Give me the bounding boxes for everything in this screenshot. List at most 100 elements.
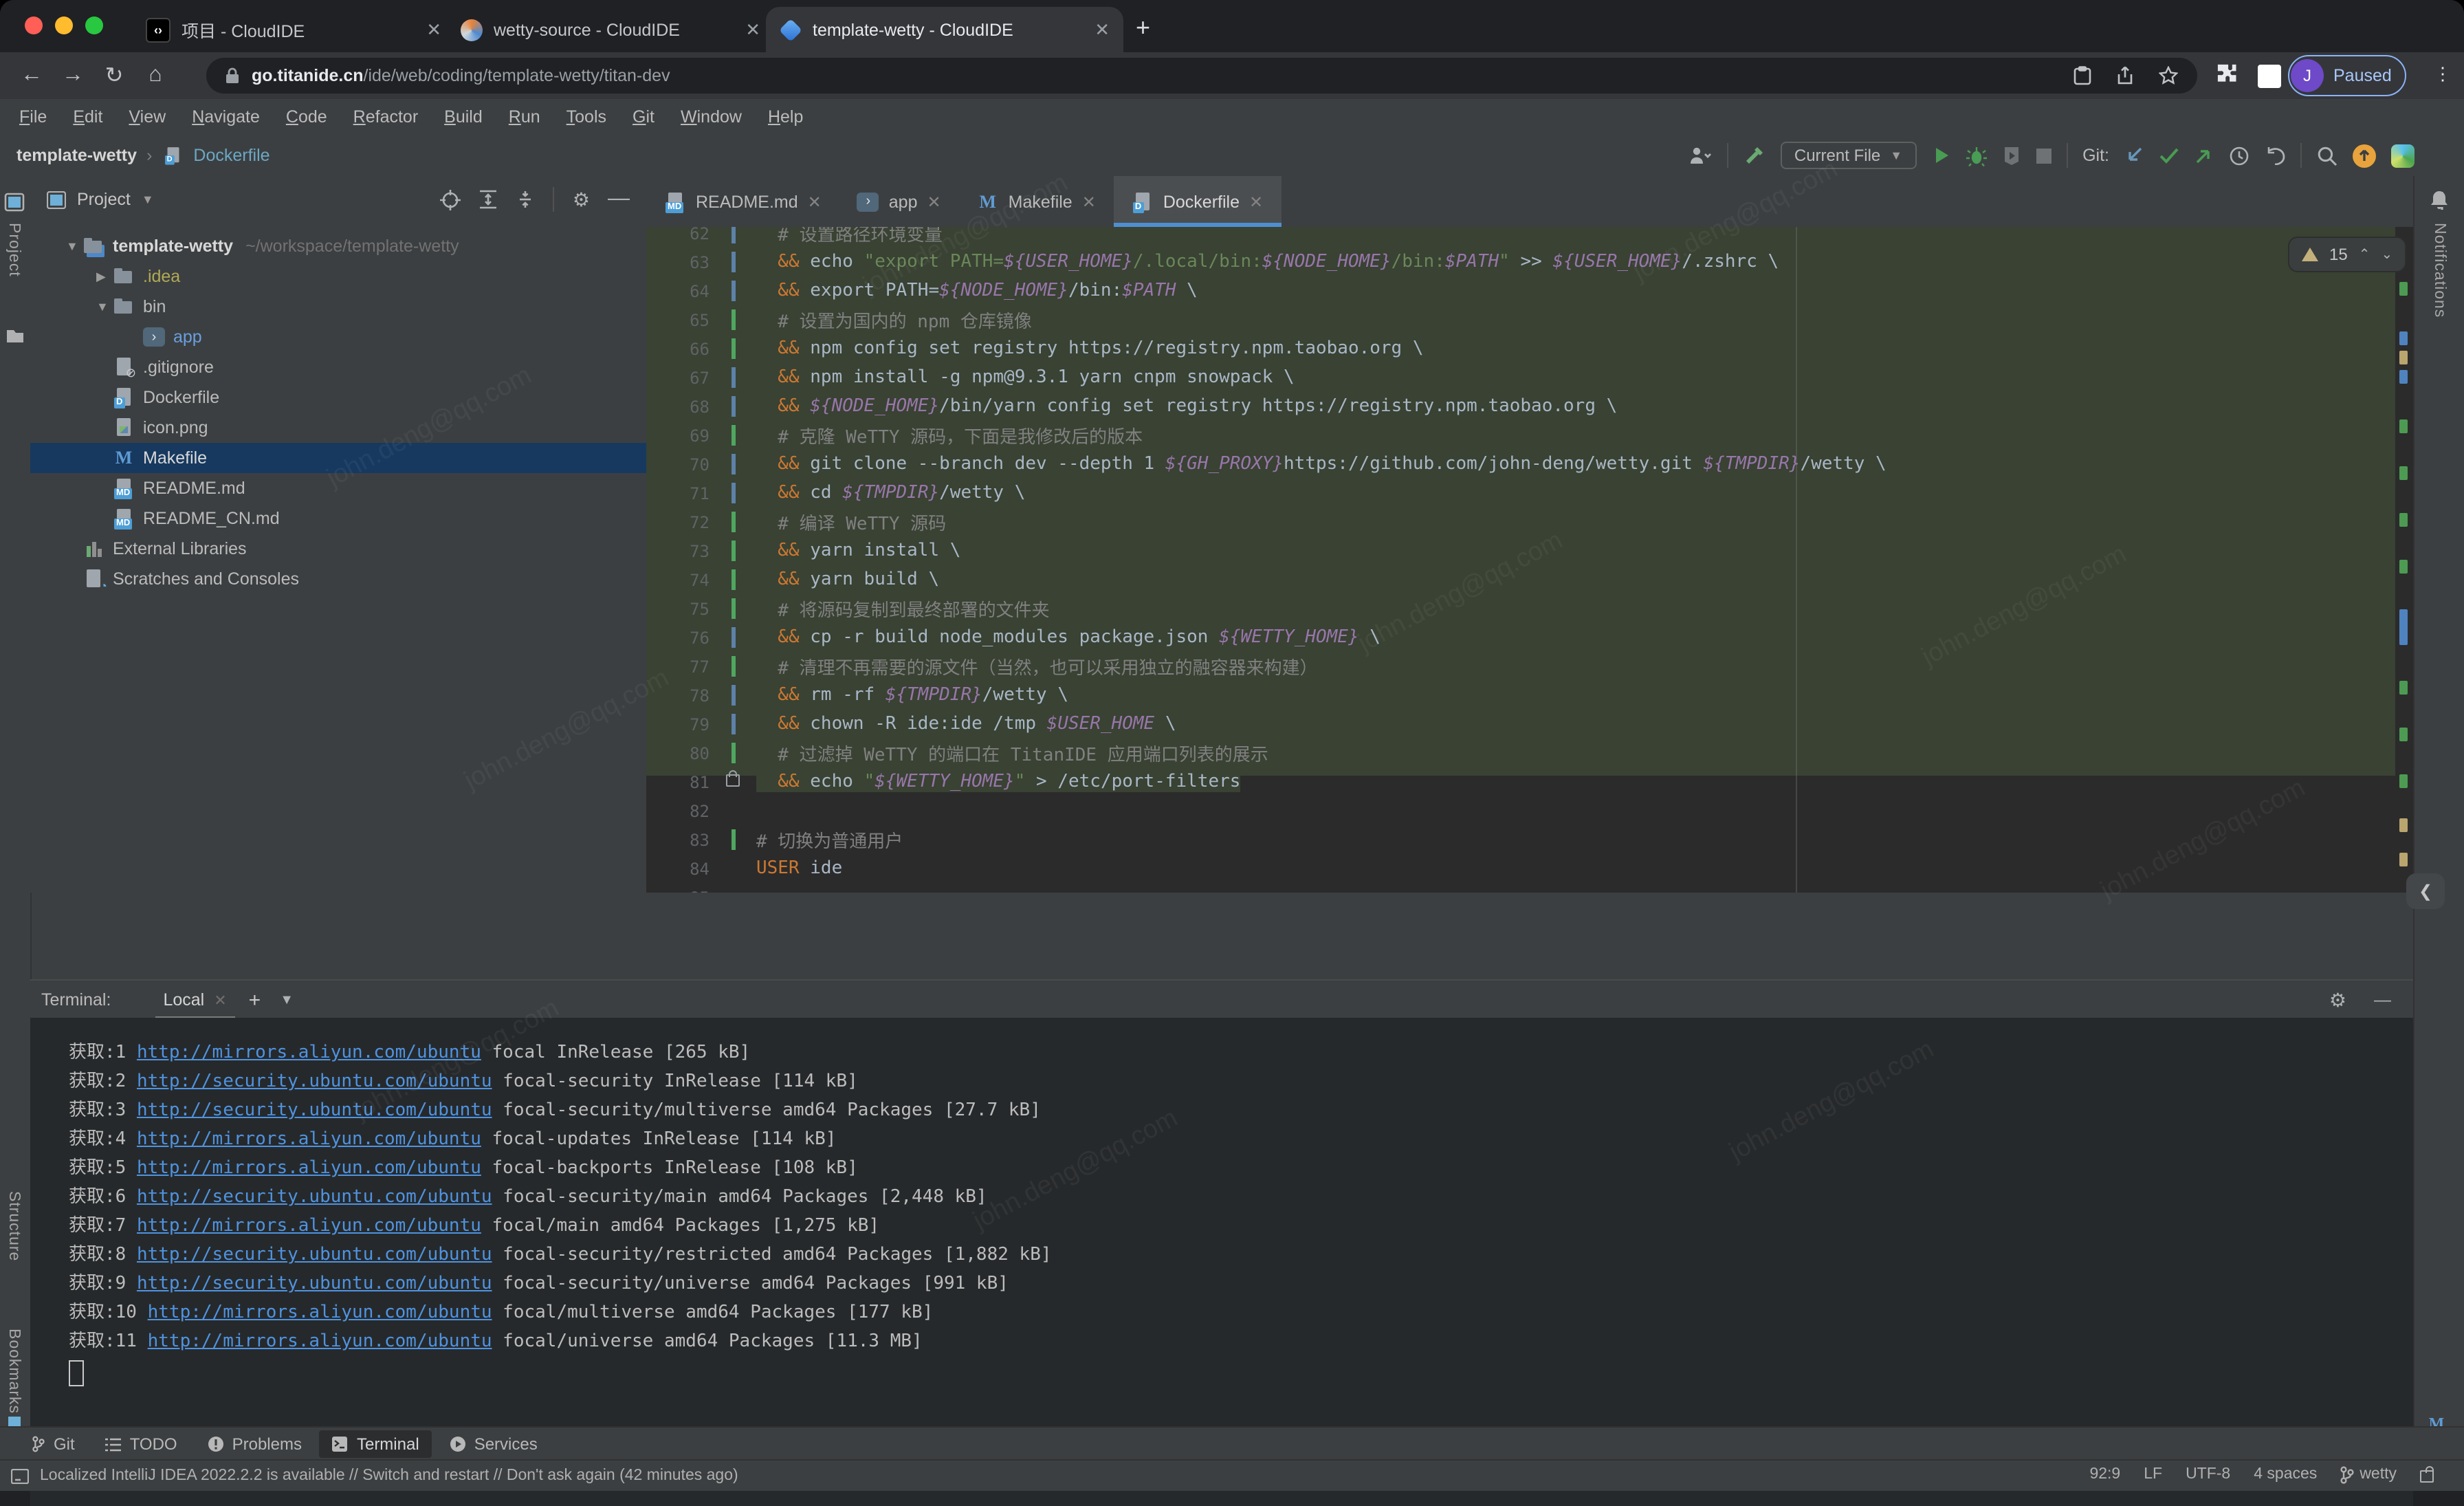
- tree-item-scratches-and-consoles[interactable]: Scratches and Consoles: [66, 564, 299, 594]
- home-icon[interactable]: ⌂: [135, 63, 176, 88]
- editor-tab-options-icon[interactable]: ⋮: [2431, 187, 2453, 215]
- bookmark-card-icon[interactable]: [2074, 66, 2091, 85]
- next-issue-icon[interactable]: ⌄: [2382, 247, 2393, 262]
- editor[interactable]: 62 # 设置路径环境变量63 && echo "export PATH=${U…: [646, 227, 2413, 893]
- hide-terminal-icon[interactable]: —: [2374, 990, 2391, 1010]
- toolwindow-git[interactable]: Git: [19, 1430, 87, 1458]
- error-stripe[interactable]: [2395, 227, 2413, 893]
- breadcrumb-file[interactable]: Dockerfile: [193, 146, 270, 165]
- bookmark-star-icon[interactable]: [2159, 66, 2178, 85]
- rollback-icon[interactable]: [2265, 146, 2285, 165]
- chrome-menu-icon[interactable]: ⋮: [2434, 63, 2452, 85]
- menu-file[interactable]: File: [19, 107, 47, 127]
- stripe-mark[interactable]: [2399, 560, 2408, 574]
- stripe-mark[interactable]: [2399, 513, 2408, 527]
- chevron-expanded-icon[interactable]: ▼: [66, 239, 82, 253]
- stripe-mark[interactable]: [2399, 351, 2408, 364]
- new-tab-button[interactable]: +: [1136, 14, 1150, 43]
- terminal-link[interactable]: http://mirrors.aliyun.com/ubuntu: [137, 1043, 481, 1063]
- coverage-icon[interactable]: [2001, 145, 2021, 166]
- chevron-collapsed-icon[interactable]: ▶: [96, 269, 113, 284]
- editor-tab-makefile[interactable]: MMakefile✕: [959, 176, 1114, 227]
- traffic-light-minimize[interactable]: [55, 17, 73, 34]
- menu-refactor[interactable]: Refactor: [353, 107, 419, 127]
- stripe-mark[interactable]: [2399, 609, 2408, 645]
- tab-close-icon[interactable]: ✕: [808, 192, 822, 211]
- share-icon[interactable]: [2116, 66, 2134, 85]
- terminal-link[interactable]: http://mirrors.aliyun.com/ubuntu: [137, 1216, 481, 1236]
- inspections-widget[interactable]: 15 ⌃ ⌄: [2288, 237, 2406, 272]
- stripe-label-notifications[interactable]: Notifications: [2431, 223, 2448, 318]
- git-update-icon[interactable]: [2124, 146, 2144, 165]
- tab-close-icon[interactable]: ✕: [426, 19, 441, 41]
- traffic-light-close[interactable]: [25, 17, 43, 34]
- new-session-icon[interactable]: +: [249, 988, 261, 1012]
- menu-git[interactable]: Git: [632, 107, 654, 127]
- stripe-mark[interactable]: [2399, 681, 2408, 695]
- browser-tab-1[interactable]: ‹› 项目 - CloudIDE ✕: [132, 7, 455, 52]
- menu-navigate[interactable]: Navigate: [192, 107, 260, 127]
- stripe-mark[interactable]: [2399, 774, 2408, 788]
- stripe-mark[interactable]: [2399, 818, 2408, 832]
- tab-close-icon[interactable]: ✕: [1094, 19, 1110, 41]
- git-commit-check-icon[interactable]: [2159, 147, 2179, 164]
- tree-item--idea[interactable]: ▶.idea: [96, 261, 180, 292]
- editor-tab-app[interactable]: ›app✕: [839, 176, 959, 227]
- breadcrumb-project[interactable]: template-wetty: [16, 146, 137, 165]
- chevron-expanded-icon[interactable]: ▼: [96, 300, 113, 314]
- terminal-link[interactable]: http://security.ubuntu.com/ubuntu: [137, 1187, 492, 1208]
- menu-run[interactable]: Run: [509, 107, 540, 127]
- menu-build[interactable]: Build: [444, 107, 483, 127]
- ide-logo-icon[interactable]: [2391, 144, 2414, 167]
- line-ending[interactable]: LF: [2144, 1466, 2162, 1483]
- menu-code[interactable]: Code: [286, 107, 327, 127]
- menu-tools[interactable]: Tools: [566, 107, 606, 127]
- tree-item-dockerfile[interactable]: DDockerfile: [96, 382, 219, 413]
- forward-icon[interactable]: →: [52, 63, 94, 88]
- debug-bug-icon[interactable]: [1966, 145, 1986, 166]
- history-clock-icon[interactable]: [2229, 145, 2250, 166]
- terminal-link[interactable]: http://mirrors.aliyun.com/ubuntu: [137, 1129, 481, 1150]
- stripe-mark[interactable]: [2399, 466, 2408, 480]
- stripe-mark[interactable]: [2399, 282, 2408, 296]
- browser-tab-3-active[interactable]: template-wetty - CloudIDE ✕: [766, 7, 1123, 52]
- stripe-label-bookmarks[interactable]: Bookmarks: [6, 1329, 22, 1414]
- collapse-stripe-button[interactable]: ❮: [2406, 873, 2445, 909]
- status-window-icon[interactable]: [11, 1468, 29, 1483]
- tree-item-template-wetty[interactable]: ▼template-wetty~/workspace/template-wett…: [66, 231, 459, 261]
- sidebar-panel-icon[interactable]: [2258, 65, 2281, 88]
- indent-setting[interactable]: 4 spaces: [2254, 1466, 2317, 1483]
- stripe-mark[interactable]: [2399, 728, 2408, 741]
- git-branch-widget[interactable]: wetty: [2340, 1465, 2397, 1483]
- update-available-icon[interactable]: [2353, 144, 2376, 167]
- tab-close-icon[interactable]: ✕: [745, 19, 760, 41]
- stripe-mark[interactable]: [2399, 370, 2408, 384]
- expand-all-icon[interactable]: [479, 190, 498, 209]
- terminal-settings-gear-icon[interactable]: ⚙: [2329, 988, 2346, 1012]
- profile-chip[interactable]: J Paused: [2288, 55, 2407, 96]
- collapse-all-icon[interactable]: [516, 190, 536, 209]
- stripe-mark[interactable]: [2399, 853, 2408, 866]
- extensions-puzzle-icon[interactable]: [2216, 63, 2238, 85]
- status-message[interactable]: Localized IntelliJ IDEA 2022.2.2 is avai…: [40, 1467, 738, 1484]
- stripe-label-project[interactable]: Project: [6, 223, 22, 277]
- run-button[interactable]: [1931, 146, 1950, 165]
- tab-close-icon[interactable]: ✕: [1249, 192, 1263, 211]
- tab-close-icon[interactable]: ✕: [927, 192, 941, 211]
- tab-close-icon[interactable]: ✕: [214, 991, 226, 1009]
- git-push-icon[interactable]: [2194, 146, 2214, 165]
- menu-edit[interactable]: Edit: [73, 107, 102, 127]
- editor-tab-readme-md[interactable]: MDREADME.md✕: [646, 176, 839, 227]
- terminal-link[interactable]: http://mirrors.aliyun.com/ubuntu: [148, 1331, 492, 1352]
- prev-issue-icon[interactable]: ⌃: [2359, 247, 2370, 262]
- terminal-link[interactable]: http://mirrors.aliyun.com/ubuntu: [148, 1302, 492, 1323]
- stripe-label-structure[interactable]: Structure: [6, 1191, 22, 1261]
- run-config-selector[interactable]: Current File ▼: [1781, 142, 1916, 169]
- search-everywhere-icon[interactable]: [2317, 145, 2338, 166]
- traffic-light-zoom[interactable]: [85, 17, 103, 34]
- toolwindow-services[interactable]: Services: [437, 1430, 550, 1458]
- toolwindow-todo[interactable]: TODO: [93, 1430, 190, 1458]
- locate-file-icon[interactable]: [441, 189, 461, 210]
- tree-item-makefile[interactable]: MMakefile: [96, 443, 207, 473]
- reload-icon[interactable]: ↻: [94, 62, 135, 89]
